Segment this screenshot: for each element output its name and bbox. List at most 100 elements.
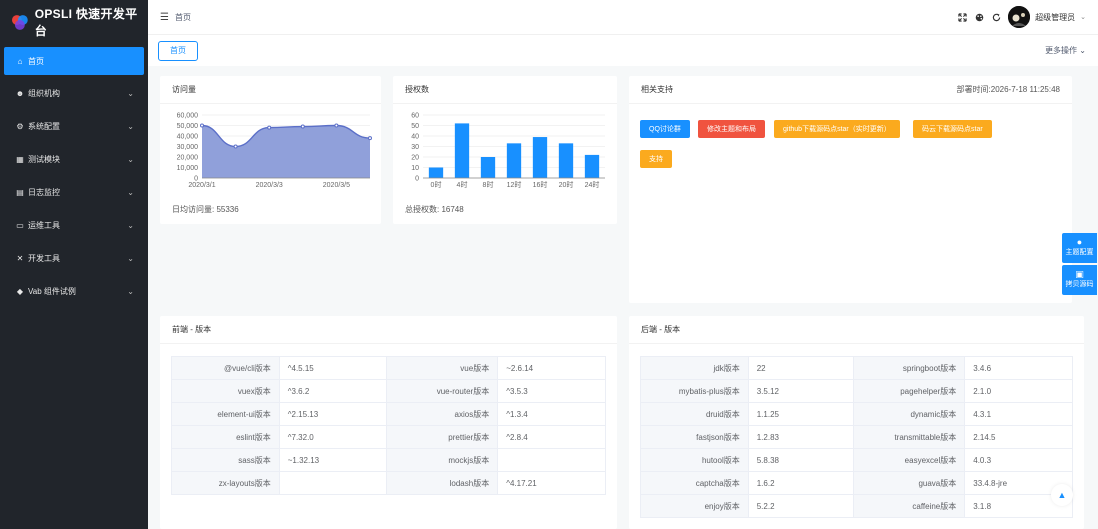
version-value [497, 448, 606, 472]
version-key: enjoy版本 [640, 494, 749, 518]
chevron-down-icon: ⌄ [127, 287, 134, 296]
gitee-download-button[interactable]: 码云下载源码点star [913, 120, 992, 138]
sidebar-item-1[interactable]: ☻ 组织机构 ⌄ [4, 79, 144, 108]
sidebar-item-2[interactable]: ⚙ 系统配置 ⌄ [4, 112, 144, 141]
support-button[interactable]: 支持 [640, 150, 672, 168]
chevron-down-icon: ⌄ [1079, 46, 1086, 55]
palette-icon[interactable] [973, 11, 985, 23]
table-row: captcha版本 1.6.2 guava版本 33.4.8-jre [640, 471, 1073, 495]
sidebar-item-label: 组织机构 [28, 89, 60, 98]
logo-icon [11, 15, 28, 30]
back-to-top-button[interactable]: ▲ [1051, 484, 1073, 506]
version-value [278, 471, 387, 495]
y-tick-label: 60 [411, 113, 419, 120]
username[interactable]: 超级管理员 [1035, 12, 1075, 23]
table-row: fastjson版本 1.2.83 transmittable版本 2.14.5 [640, 425, 1073, 449]
backend-card-title: 后端 - 版本 [641, 325, 681, 334]
home-icon: ⌂ [17, 56, 23, 66]
github-download-button[interactable]: github下载源码点star（实时更新） [774, 120, 900, 138]
qq-group-button[interactable]: QQ讨论群 [640, 120, 690, 138]
table-row: @vue/cli版本 ^4.5.15 vue版本 ~2.6.14 [171, 356, 606, 380]
fullscreen-icon[interactable] [956, 11, 968, 23]
auth-bar-chart: 0 10 20 30 40 50 60 0时 4时 8时 12时 16时 20时 24时 [411, 113, 605, 189]
deploy-time: 部署时间:2026-7-18 11:25:48 [956, 85, 1060, 94]
version-key: transmittable版本 [853, 425, 966, 449]
visits-card-title: 访问量 [172, 85, 196, 94]
copy-source-button[interactable]: ▣ 拷贝源码 [1062, 265, 1097, 295]
bar [454, 123, 470, 178]
version-value: 1.1.25 [747, 402, 855, 426]
x-tick-label: 2020/3/5 [323, 182, 350, 189]
avatar[interactable] [1008, 6, 1031, 28]
bar [584, 154, 600, 178]
table-row: jdk版本 22 springboot版本 3.4.6 [640, 356, 1073, 380]
version-key: eslint版本 [171, 425, 280, 449]
copy-icon: ▣ [1075, 269, 1084, 279]
version-key: mockjs版本 [385, 448, 499, 472]
chevron-down-icon: ⌄ [127, 188, 134, 197]
version-value: ^1.3.4 [497, 402, 606, 426]
sidebar-item-4[interactable]: ▤ 日志监控 ⌄ [4, 178, 144, 207]
sidebar-item-label: 测试模块 [28, 155, 60, 164]
refresh-icon[interactable] [990, 11, 1002, 23]
version-value: ~2.6.14 [497, 356, 606, 380]
y-tick-label: 10 [411, 165, 419, 172]
version-key: hutool版本 [640, 448, 749, 472]
table-row: vuex版本 ^3.6.2 vue-router版本 ^3.5.3 [171, 379, 606, 403]
version-key: element-ui版本 [171, 402, 280, 426]
version-value: ^2.15.13 [278, 402, 387, 426]
sidebar-item-6[interactable]: ✕ 开发工具 ⌄ [4, 244, 144, 273]
version-value: 2.1.0 [964, 379, 1073, 403]
x-tick-label: 2020/3/3 [256, 182, 283, 189]
logo[interactable]: OPSLI 快速开发平台 [0, 0, 148, 44]
area-fill [202, 125, 370, 178]
chevron-down-icon[interactable]: ⌄ [1080, 13, 1086, 21]
version-value: ^2.8.4 [497, 425, 606, 449]
breadcrumb[interactable]: 首页 [175, 12, 191, 23]
version-key: prettier版本 [385, 425, 499, 449]
bar [480, 157, 496, 178]
menu-fold-icon[interactable]: ☰ [160, 12, 169, 23]
version-key: axios版本 [385, 402, 499, 426]
version-key: springboot版本 [853, 356, 966, 380]
version-value: 1.6.2 [747, 471, 855, 495]
tab-home[interactable]: 首页 [158, 40, 198, 61]
more-actions-dropdown[interactable]: 更多操作 ⌄ [1045, 45, 1086, 56]
version-key: guava版本 [853, 471, 966, 495]
monitor-icon: ▭ [16, 221, 24, 230]
theme-config-button[interactable]: ● 主题配置 [1062, 233, 1097, 263]
version-value: 3.5.12 [747, 379, 855, 403]
x-tick-label: 12时 [507, 180, 522, 189]
version-value: 5.2.2 [747, 494, 855, 518]
box-icon: ▦ [16, 155, 24, 164]
sidebar-item-label: 日志监控 [28, 188, 60, 197]
version-key: lodash版本 [385, 471, 499, 495]
table-row: hutool版本 5.8.38 easyexcel版本 4.0.3 [640, 448, 1073, 472]
x-tick-label: 16时 [533, 180, 548, 189]
y-tick-label: 40,000 [177, 134, 199, 141]
chevron-down-icon: ⌄ [127, 221, 134, 230]
cubes-icon: ◆ [16, 287, 24, 296]
table-row: zx-layouts版本 lodash版本 ^4.17.21 [171, 471, 606, 495]
theme-config-label: 主题配置 [1065, 249, 1094, 256]
y-tick-label: 20 [411, 155, 419, 162]
tabs-bar: 首页 更多操作 ⌄ [148, 34, 1098, 66]
sidebar-item-7[interactable]: ◆ Vab 组件试例 ⌄ [4, 277, 144, 306]
version-value: 4.0.3 [964, 448, 1073, 472]
version-value: 3.4.6 [964, 356, 1073, 380]
version-key: captcha版本 [640, 471, 749, 495]
visits-footer: 日均访问量: 55336 [172, 205, 239, 214]
version-value: ^7.32.0 [278, 425, 387, 449]
data-point [200, 123, 204, 128]
sidebar-item-0[interactable]: ⌂ 首页 [4, 47, 144, 75]
table-row: sass版本 ~1.32.13 mockjs版本 [171, 448, 606, 472]
theme-layout-button[interactable]: 修改主题和布局 [698, 120, 765, 138]
palette-icon: ● [1076, 237, 1083, 247]
sidebar-item-label: 系统配置 [28, 122, 60, 131]
sidebar-item-3[interactable]: ▦ 测试模块 ⌄ [4, 145, 144, 174]
sidebar-item-5[interactable]: ▭ 运维工具 ⌄ [4, 211, 144, 240]
sidebar: OPSLI 快速开发平台 ⌂ 首页 ☻ 组织机构 ⌄ ⚙ 系统配置 ⌄ ▦ 测试模块 ⌄ ▤ 日志监控 ⌄… [0, 0, 148, 529]
x-tick-label: 2020/3/1 [188, 182, 215, 189]
y-tick-label: 10,000 [177, 165, 199, 172]
visits-card: 访问量 0 10,000 20,000 30,000 40,000 50,000 60,00… [160, 76, 381, 224]
